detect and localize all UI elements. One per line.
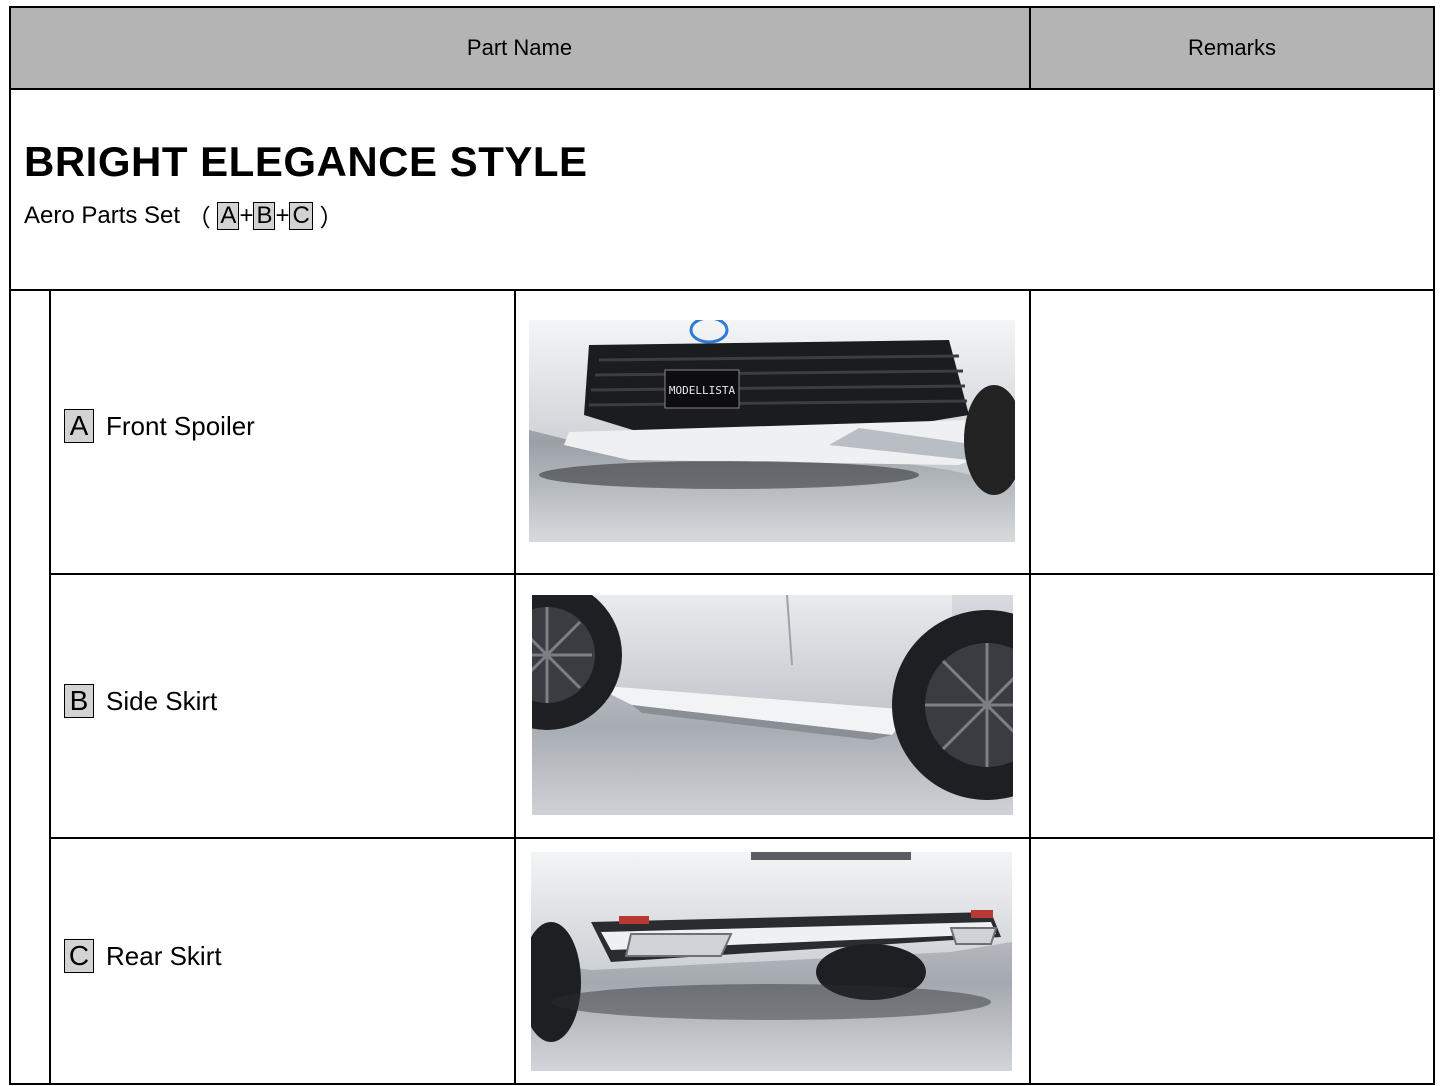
table-border-left bbox=[9, 6, 11, 1085]
close-paren: ） bbox=[319, 205, 344, 232]
rear-skirt-photo bbox=[531, 852, 1012, 1071]
plate-text: MODELLISTA bbox=[669, 384, 736, 397]
key-box-c: C bbox=[289, 201, 313, 230]
part-name: Front Spoiler bbox=[106, 410, 255, 441]
key-box-a: A bbox=[217, 201, 240, 230]
part-front-spoiler: A Front Spoiler bbox=[64, 409, 255, 443]
key-box-c: C bbox=[64, 939, 94, 973]
key-box-b: B bbox=[64, 684, 94, 718]
key-box-b: B bbox=[253, 201, 276, 230]
set-label: Aero Parts Set bbox=[24, 201, 181, 229]
remarks-cell bbox=[1031, 575, 1433, 837]
remarks-cell bbox=[1031, 839, 1433, 1083]
style-title: BRIGHT ELEGANCE STYLE bbox=[24, 138, 588, 185]
table-border-bottom bbox=[9, 1083, 1435, 1085]
part-rear-skirt: C Rear Skirt bbox=[64, 939, 222, 973]
key-box-a: A bbox=[64, 409, 94, 443]
plus-sign: + bbox=[239, 201, 254, 229]
part-side-skirt: B Side Skirt bbox=[64, 684, 217, 718]
side-skirt-photo bbox=[532, 595, 1013, 815]
plus-sign: + bbox=[275, 201, 290, 229]
remarks-cell bbox=[1031, 291, 1433, 573]
indent-column-divider bbox=[49, 289, 51, 1085]
header-remarks: Remarks bbox=[1187, 35, 1276, 60]
table-border-right bbox=[1433, 6, 1435, 1085]
part-name: Rear Skirt bbox=[106, 940, 222, 971]
image-column-divider bbox=[514, 289, 516, 1085]
open-paren: （ bbox=[186, 205, 211, 232]
part-name: Side Skirt bbox=[106, 685, 218, 716]
aero-parts-set-line: Aero Parts Set （ A + B + C ） bbox=[24, 198, 344, 233]
header-part-name: Part Name bbox=[466, 35, 573, 60]
front-spoiler-photo: MODELLISTA bbox=[529, 320, 1015, 542]
